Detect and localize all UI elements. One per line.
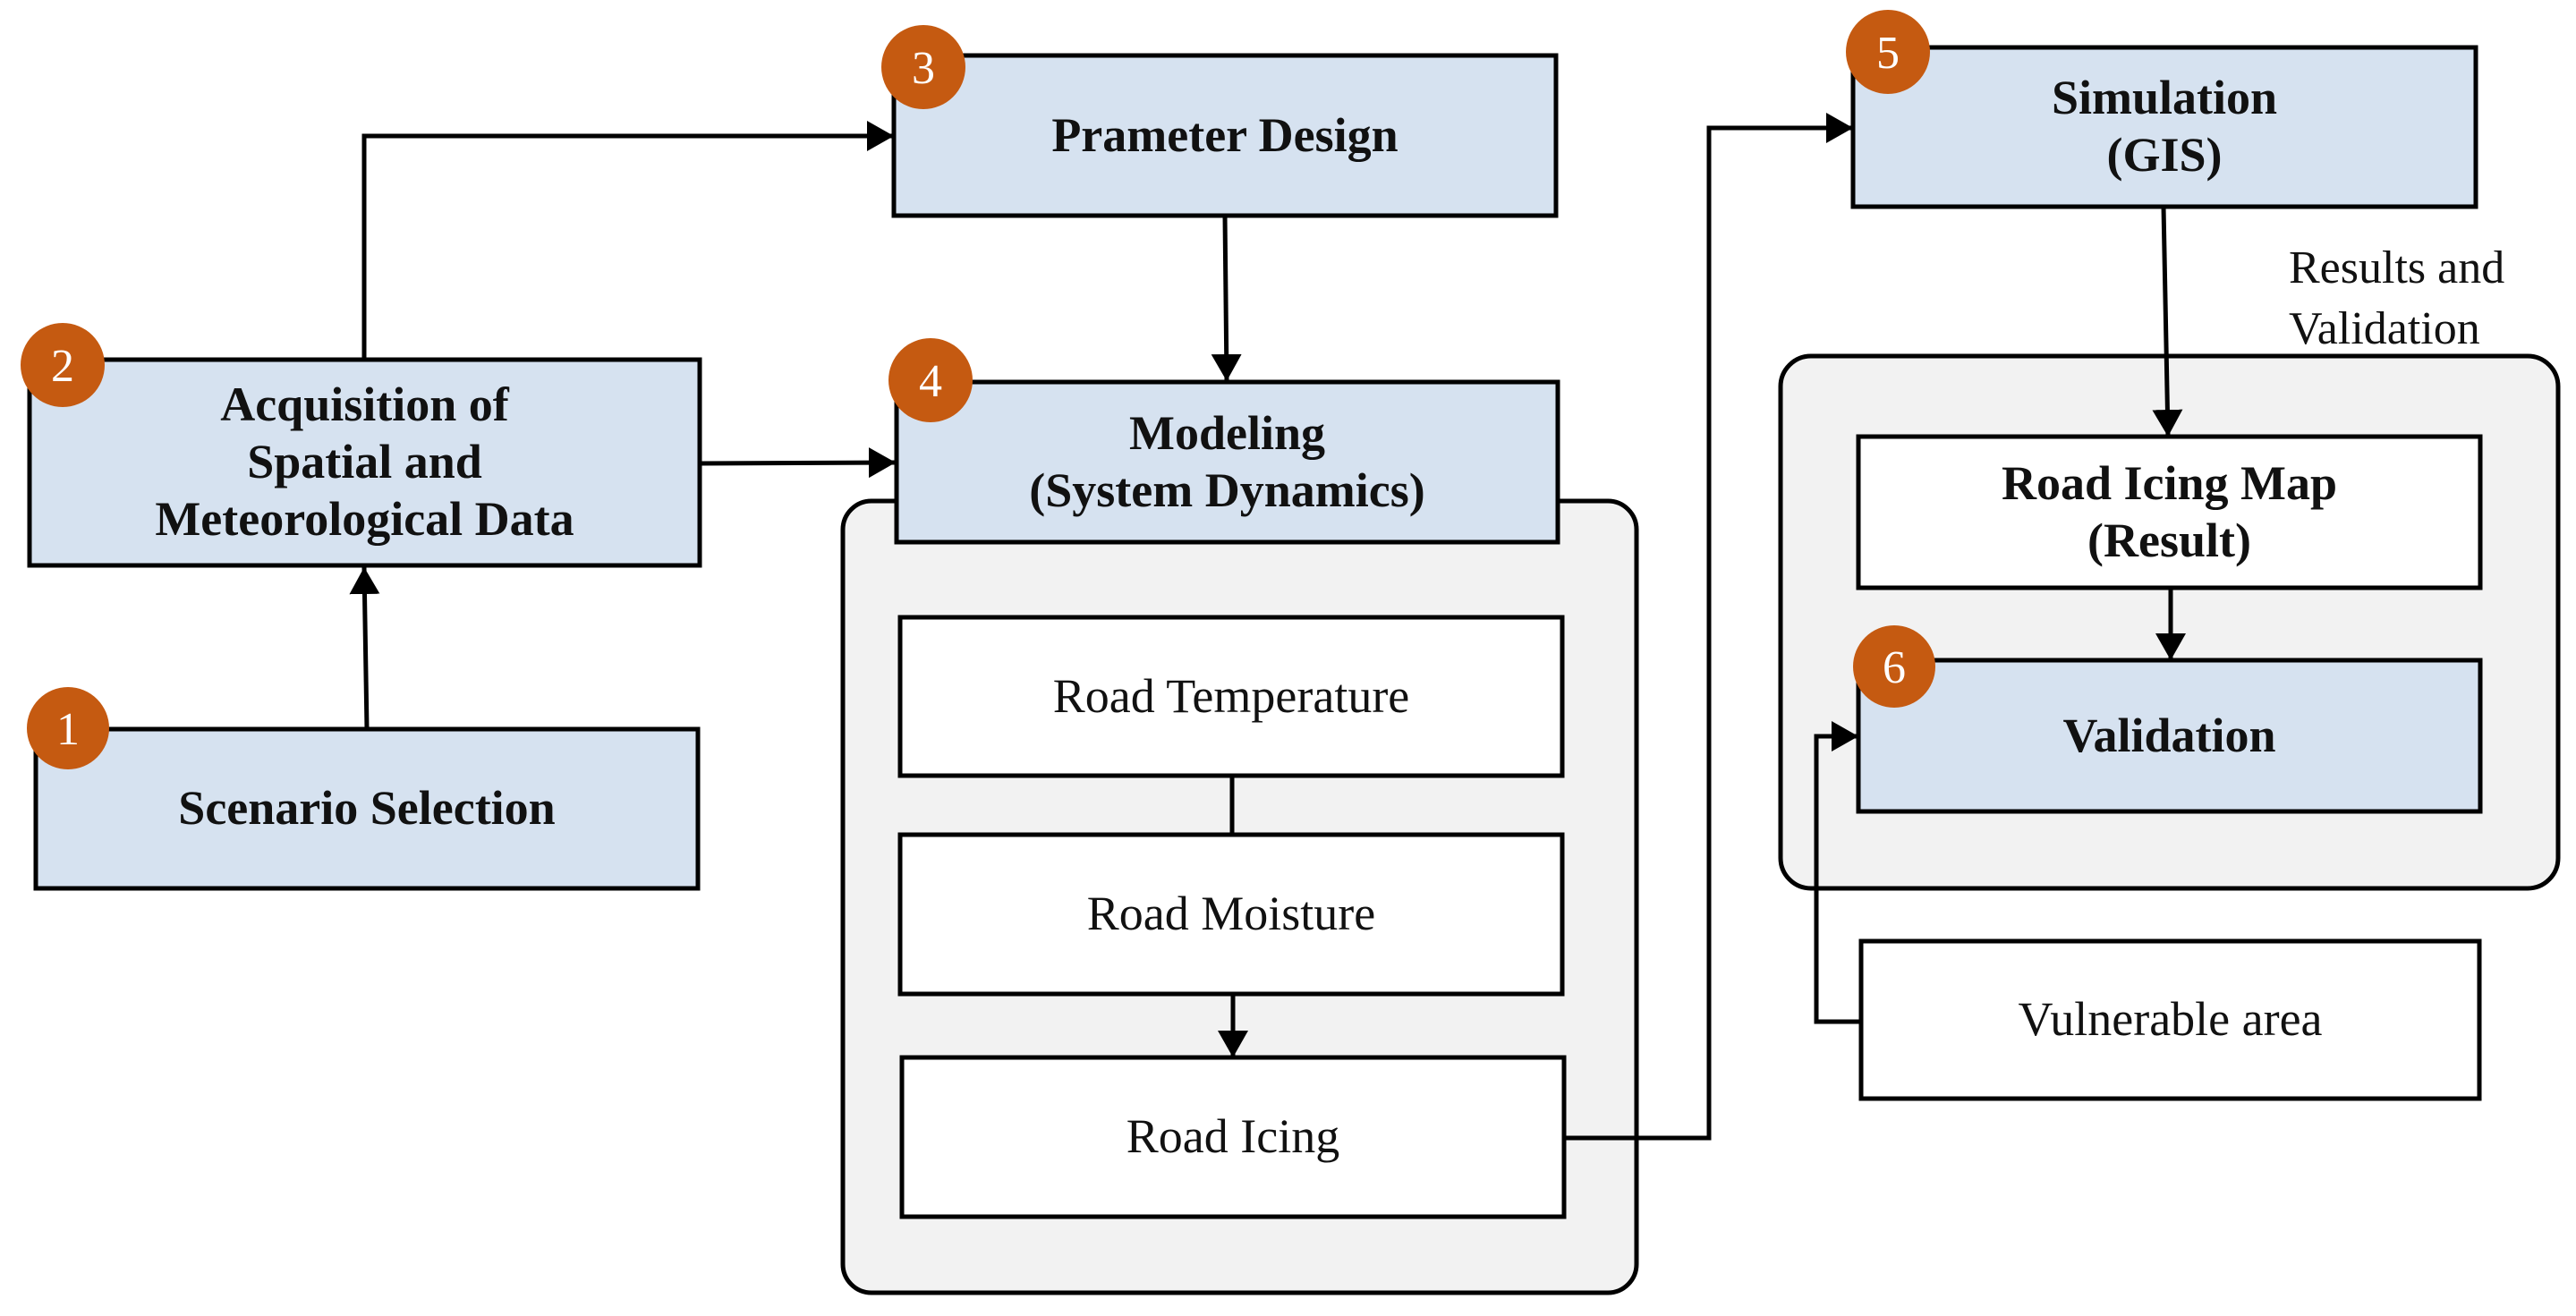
- results-validation-title: Results and Validation: [2289, 242, 2505, 354]
- scenario-selection-label: Scenario Selection: [178, 781, 556, 836]
- validation-label: Validation: [2062, 708, 2276, 762]
- vulnerable-area-label: Vulnerable area: [2018, 992, 2323, 1047]
- modeling-label: Modeling (System Dynamics): [1029, 405, 1425, 517]
- parameter-design-label: Prameter Design: [1051, 107, 1399, 162]
- connector-scenario-to-acquisition: [349, 566, 380, 730]
- simulation-label: Simulation (GIS): [2051, 71, 2278, 182]
- road-icing-label: Road Icing: [1126, 1109, 1340, 1164]
- road-temperature-label: Road Temperature: [1052, 668, 1410, 723]
- road-icing-map-label: Road Icing Map (Result): [2001, 455, 2338, 567]
- acquisition-label: Acquisition of Spatial and Meteorologica…: [155, 378, 574, 546]
- connector-parameter-to-modeling: [1211, 215, 1242, 382]
- road-moisture-label: Road Moisture: [1086, 887, 1376, 941]
- connector-acquisition-to-parameter: [361, 121, 894, 360]
